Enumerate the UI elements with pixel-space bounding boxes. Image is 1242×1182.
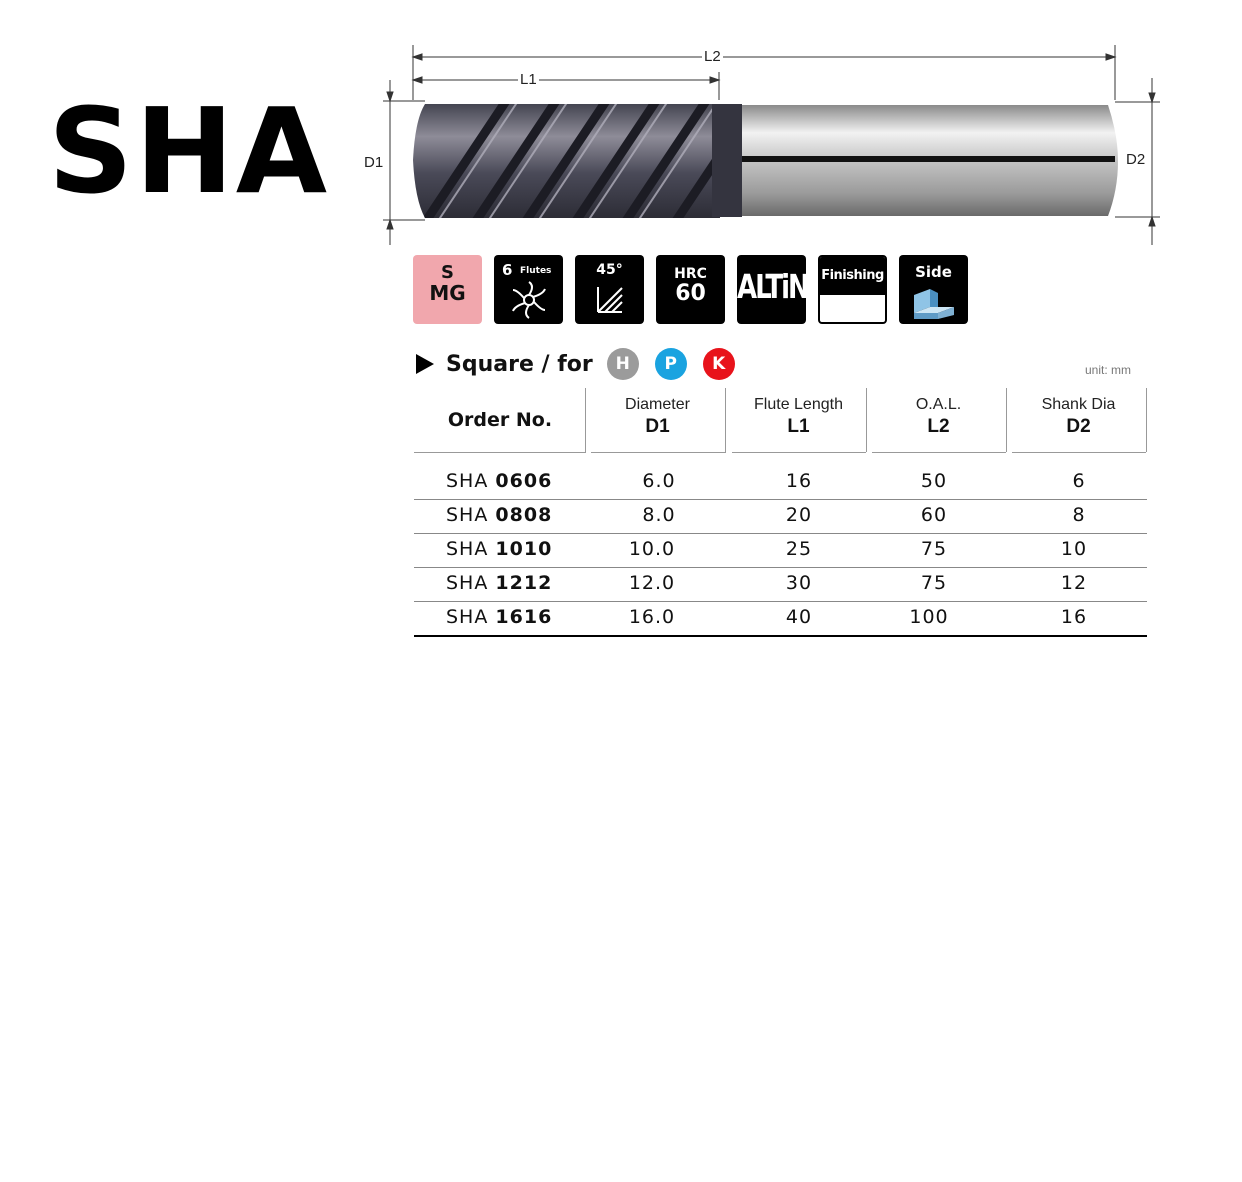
header-separator [1146, 388, 1147, 452]
l2-cell: 75 [920, 538, 948, 560]
d1-cell: 8.0 [642, 504, 676, 526]
header-separator [866, 388, 867, 452]
l1-cell: 40 [785, 606, 813, 628]
flute-cross-section-icon [512, 281, 546, 319]
hrc-label: HRC [674, 266, 707, 282]
l1-cell: 20 [785, 504, 813, 526]
order-no-cell: SHA 0808 [446, 504, 553, 526]
table-row: SHA 1212 12.0 30 75 12 [414, 568, 1147, 602]
header-divider [732, 452, 866, 453]
unit-label: unit: mm [1085, 363, 1132, 377]
helix-badge: 45° [575, 255, 644, 324]
l2-cell: 60 [920, 504, 948, 526]
table-row: SHA 0606 6.0 16 50 6 [414, 466, 1147, 500]
hrc-value: 60 [675, 281, 706, 306]
side-label: Side [915, 263, 952, 281]
header-flute-length-name: Flute Length [754, 396, 843, 413]
dim-l2-label: L2 [702, 48, 723, 65]
flutes-badge: 6 Flutes [494, 255, 563, 324]
product-table: SHA 0606 6.0 16 50 6 SHA 0808 8.0 20 60 … [414, 466, 1147, 637]
flute-neck [712, 104, 742, 217]
helix-angle: 45° [596, 262, 623, 278]
l1-cell: 16 [785, 470, 813, 492]
finishing-badge: Finishing [818, 255, 887, 324]
section-title: Square / for [446, 351, 593, 377]
order-no-cell: SHA 0606 [446, 470, 553, 492]
material-p-icon: P [654, 348, 687, 380]
d2-cell: 8 [1072, 504, 1086, 526]
header-oal-name: O.A.L. [915, 396, 962, 413]
header-separator [725, 388, 726, 452]
end-mill-drawing [383, 45, 1160, 245]
header-diameter-symbol: D1 [645, 416, 670, 437]
flute-section [413, 104, 720, 218]
material-badge: S MG [413, 255, 482, 324]
header-order-no: Order No. [447, 409, 553, 431]
header-flute-length: Flute Length L1 [731, 388, 866, 452]
header-flute-length-symbol: L1 [787, 416, 810, 437]
d1-cell: 12.0 [628, 572, 676, 594]
coating-label: ALTiN [737, 269, 806, 307]
header-shank-dia-symbol: D2 [1066, 416, 1091, 437]
hardness-badge: HRC 60 [656, 255, 725, 324]
finishing-label: Finishing [820, 257, 885, 295]
table-header: Order No. Diameter D1 Flute Length L1 O.… [414, 388, 1147, 454]
flutes-count: 6 [502, 261, 513, 279]
side-milling-icon [914, 289, 954, 319]
d2-cell: 6 [1072, 470, 1086, 492]
d2-cell: 16 [1060, 606, 1088, 628]
order-no-cell: SHA 1212 [446, 572, 553, 594]
helix-angle-icon [597, 287, 623, 313]
header-divider [1012, 452, 1146, 453]
header-divider [414, 452, 586, 453]
header-oal-symbol: L2 [927, 416, 950, 437]
header-oal: O.A.L. L2 [871, 388, 1006, 452]
table-row: SHA 0808 8.0 20 60 8 [414, 500, 1147, 534]
feature-badges: S MG 6 Flutes 45° HRC 60 ALTiN Finishing… [413, 255, 968, 324]
d1-cell: 10.0 [628, 538, 676, 560]
header-divider [872, 452, 1006, 453]
coating-badge: ALTiN [737, 255, 806, 324]
table-row: SHA 1010 10.0 25 75 10 [414, 534, 1147, 568]
header-divider [591, 452, 726, 453]
header-separator [585, 388, 586, 452]
material-h-icon: H [606, 348, 639, 380]
dim-d2-label: D2 [1124, 151, 1148, 168]
flutes-word: Flutes [520, 266, 552, 276]
dim-l1-label: L1 [518, 71, 539, 88]
shank-flat [740, 156, 1115, 162]
d1-cell: 6.0 [642, 470, 676, 492]
table-row: SHA 1616 16.0 40 100 16 [414, 602, 1147, 637]
l2-cell: 100 [909, 606, 949, 628]
l1-cell: 25 [785, 538, 813, 560]
material-badge-bottom: MG [429, 281, 466, 305]
dim-d1-label: D1 [362, 154, 386, 171]
order-no-cell: SHA 1616 [446, 606, 553, 628]
header-shank-dia-name: Shank Dia [1041, 396, 1116, 413]
section-heading: Square / for H P K [416, 348, 751, 380]
l1-cell: 30 [785, 572, 813, 594]
d1-cell: 16.0 [628, 606, 676, 628]
l2-cell: 75 [920, 572, 948, 594]
material-k-icon: K [702, 348, 735, 380]
side-badge: Side [899, 255, 968, 324]
header-separator [1006, 388, 1007, 452]
order-no-cell: SHA 1010 [446, 538, 553, 560]
d2-cell: 10 [1060, 538, 1088, 560]
l2-cell: 50 [920, 470, 948, 492]
header-shank-dia: Shank Dia D2 [1011, 388, 1146, 452]
header-diameter: Diameter D1 [590, 388, 725, 452]
d2-cell: 12 [1060, 572, 1088, 594]
material-badge-top: S [441, 262, 454, 283]
header-diameter-name: Diameter [625, 396, 690, 413]
play-triangle-icon [416, 354, 434, 374]
